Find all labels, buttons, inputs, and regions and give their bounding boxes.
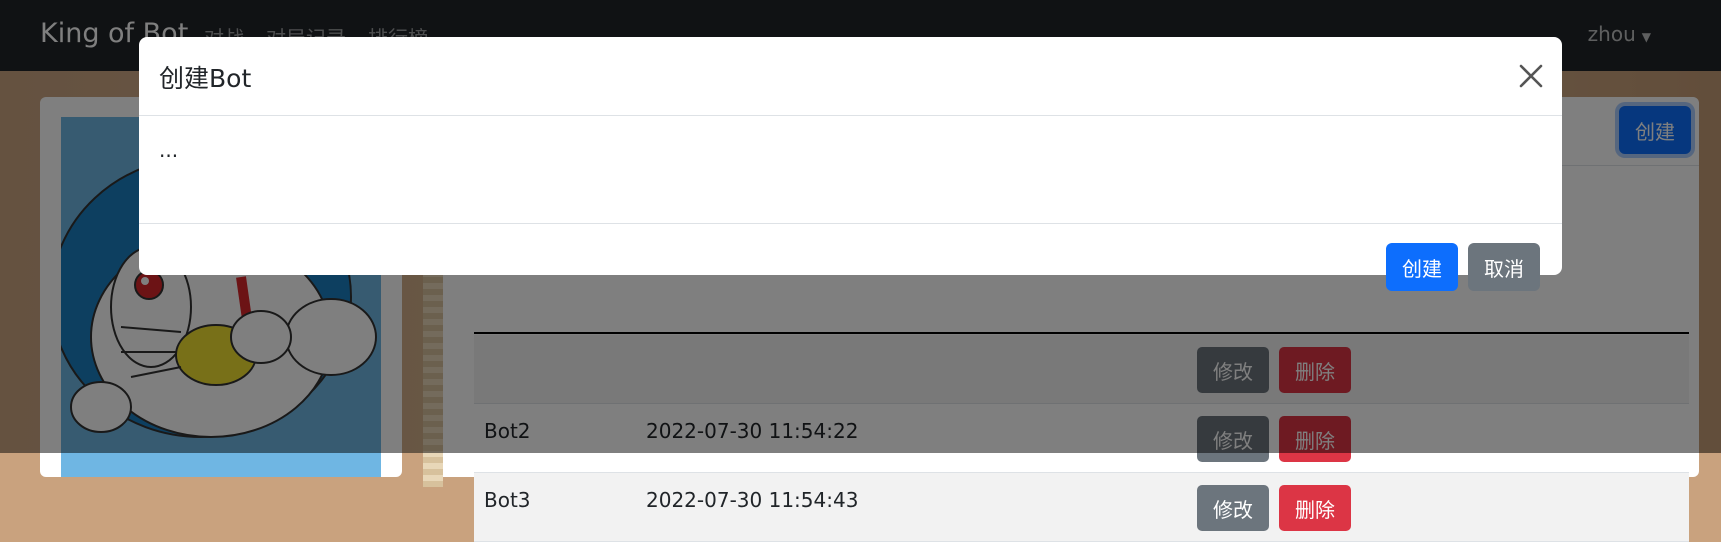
modal-title: 创建Bot [159,64,252,93]
bot-name: Bot3 [484,488,531,512]
modal-header: 创建Bot [139,37,1562,116]
cancel-button[interactable]: 取消 [1468,243,1540,291]
edit-bot-button[interactable]: 修改 [1197,485,1269,531]
modal-footer: 创建 取消 [139,223,1562,291]
modal-body-text: ... [159,138,179,162]
delete-bot-button[interactable]: 删除 [1279,485,1351,531]
bot-created-time: 2022-07-30 11:54:43 [646,488,859,512]
table-row: Bot3 2022-07-30 11:54:43 修改 删除 [474,473,1689,542]
modal-body: ... [139,116,1562,224]
create-bot-modal: 创建Bot ... 创建 取消 [139,37,1562,291]
close-icon[interactable] [1514,59,1548,93]
create-button[interactable]: 创建 [1386,243,1458,291]
